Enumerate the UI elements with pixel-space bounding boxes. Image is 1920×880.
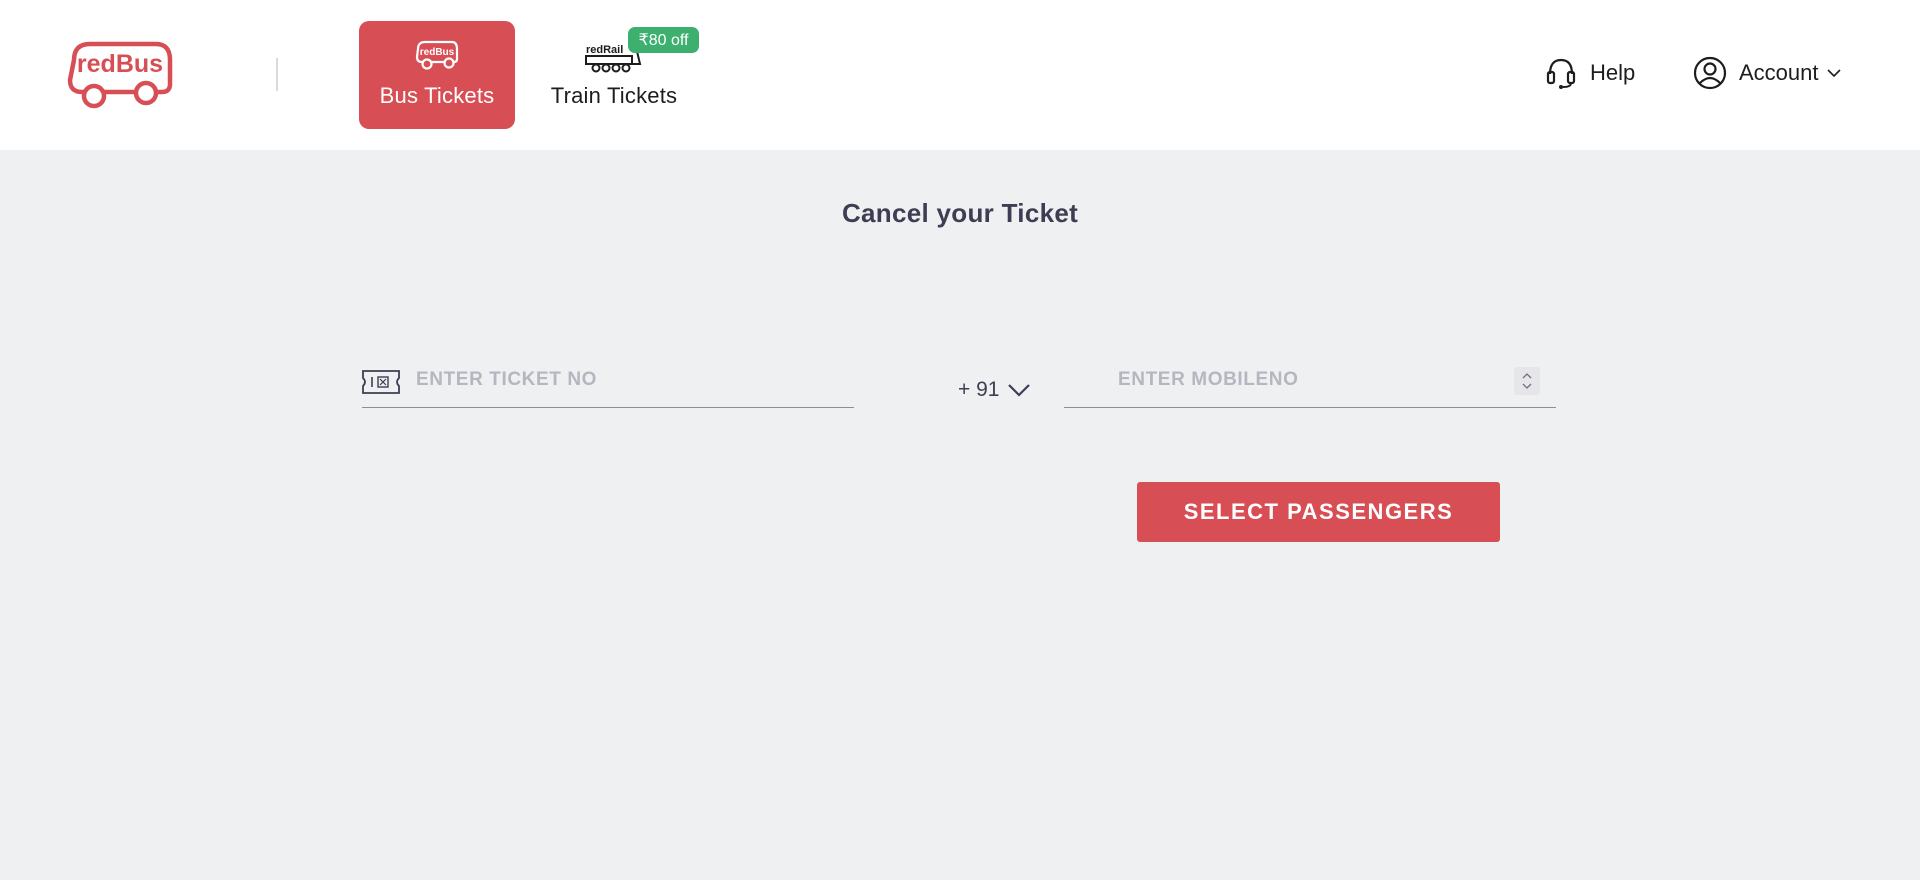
tab-bus-tickets[interactable]: redBus Bus Tickets: [359, 21, 515, 129]
mobile-number-input[interactable]: [1118, 360, 1498, 400]
headset-icon: [1546, 58, 1576, 89]
bus-icon-text: redBus: [420, 47, 455, 58]
chevron-down-icon: [1826, 69, 1841, 78]
logo-wordmark: redBus: [77, 50, 163, 78]
help-label: Help: [1590, 60, 1636, 85]
chevron-down-icon: [1522, 383, 1532, 389]
page-title: Cancel your Ticket: [841, 198, 1079, 228]
chevron-up-icon: [1522, 373, 1532, 379]
chevron-down-icon: [1008, 384, 1031, 397]
mobile-number-field: [1064, 360, 1556, 408]
user-icon: [1693, 56, 1727, 90]
account-label: Account: [1739, 60, 1819, 85]
bus-icon: redBus: [415, 40, 459, 70]
tab-bus-tickets-label: Bus Tickets: [379, 83, 495, 108]
country-code-value: + 91: [958, 378, 1000, 401]
offer-badge: ₹80 off: [628, 27, 699, 53]
help-link[interactable]: Help: [1546, 56, 1635, 90]
tab-train-tickets-label: Train Tickets: [550, 83, 678, 108]
top-header: redBus redBus Bus Tickets redRail Train …: [0, 0, 1920, 150]
ticket-icon: [362, 370, 400, 394]
select-passengers-button[interactable]: SELECT PASSENGERS: [1137, 482, 1500, 542]
header-divider: [276, 58, 278, 91]
redbus-logo[interactable]: redBus: [64, 38, 176, 112]
number-spinner[interactable]: [1514, 367, 1540, 395]
account-menu[interactable]: Account: [1693, 56, 1841, 90]
ticket-number-input[interactable]: [416, 360, 846, 400]
ticket-number-field: [362, 360, 854, 408]
train-icon-text: redRail: [586, 44, 623, 56]
country-code-select[interactable]: + 91: [958, 378, 1031, 402]
